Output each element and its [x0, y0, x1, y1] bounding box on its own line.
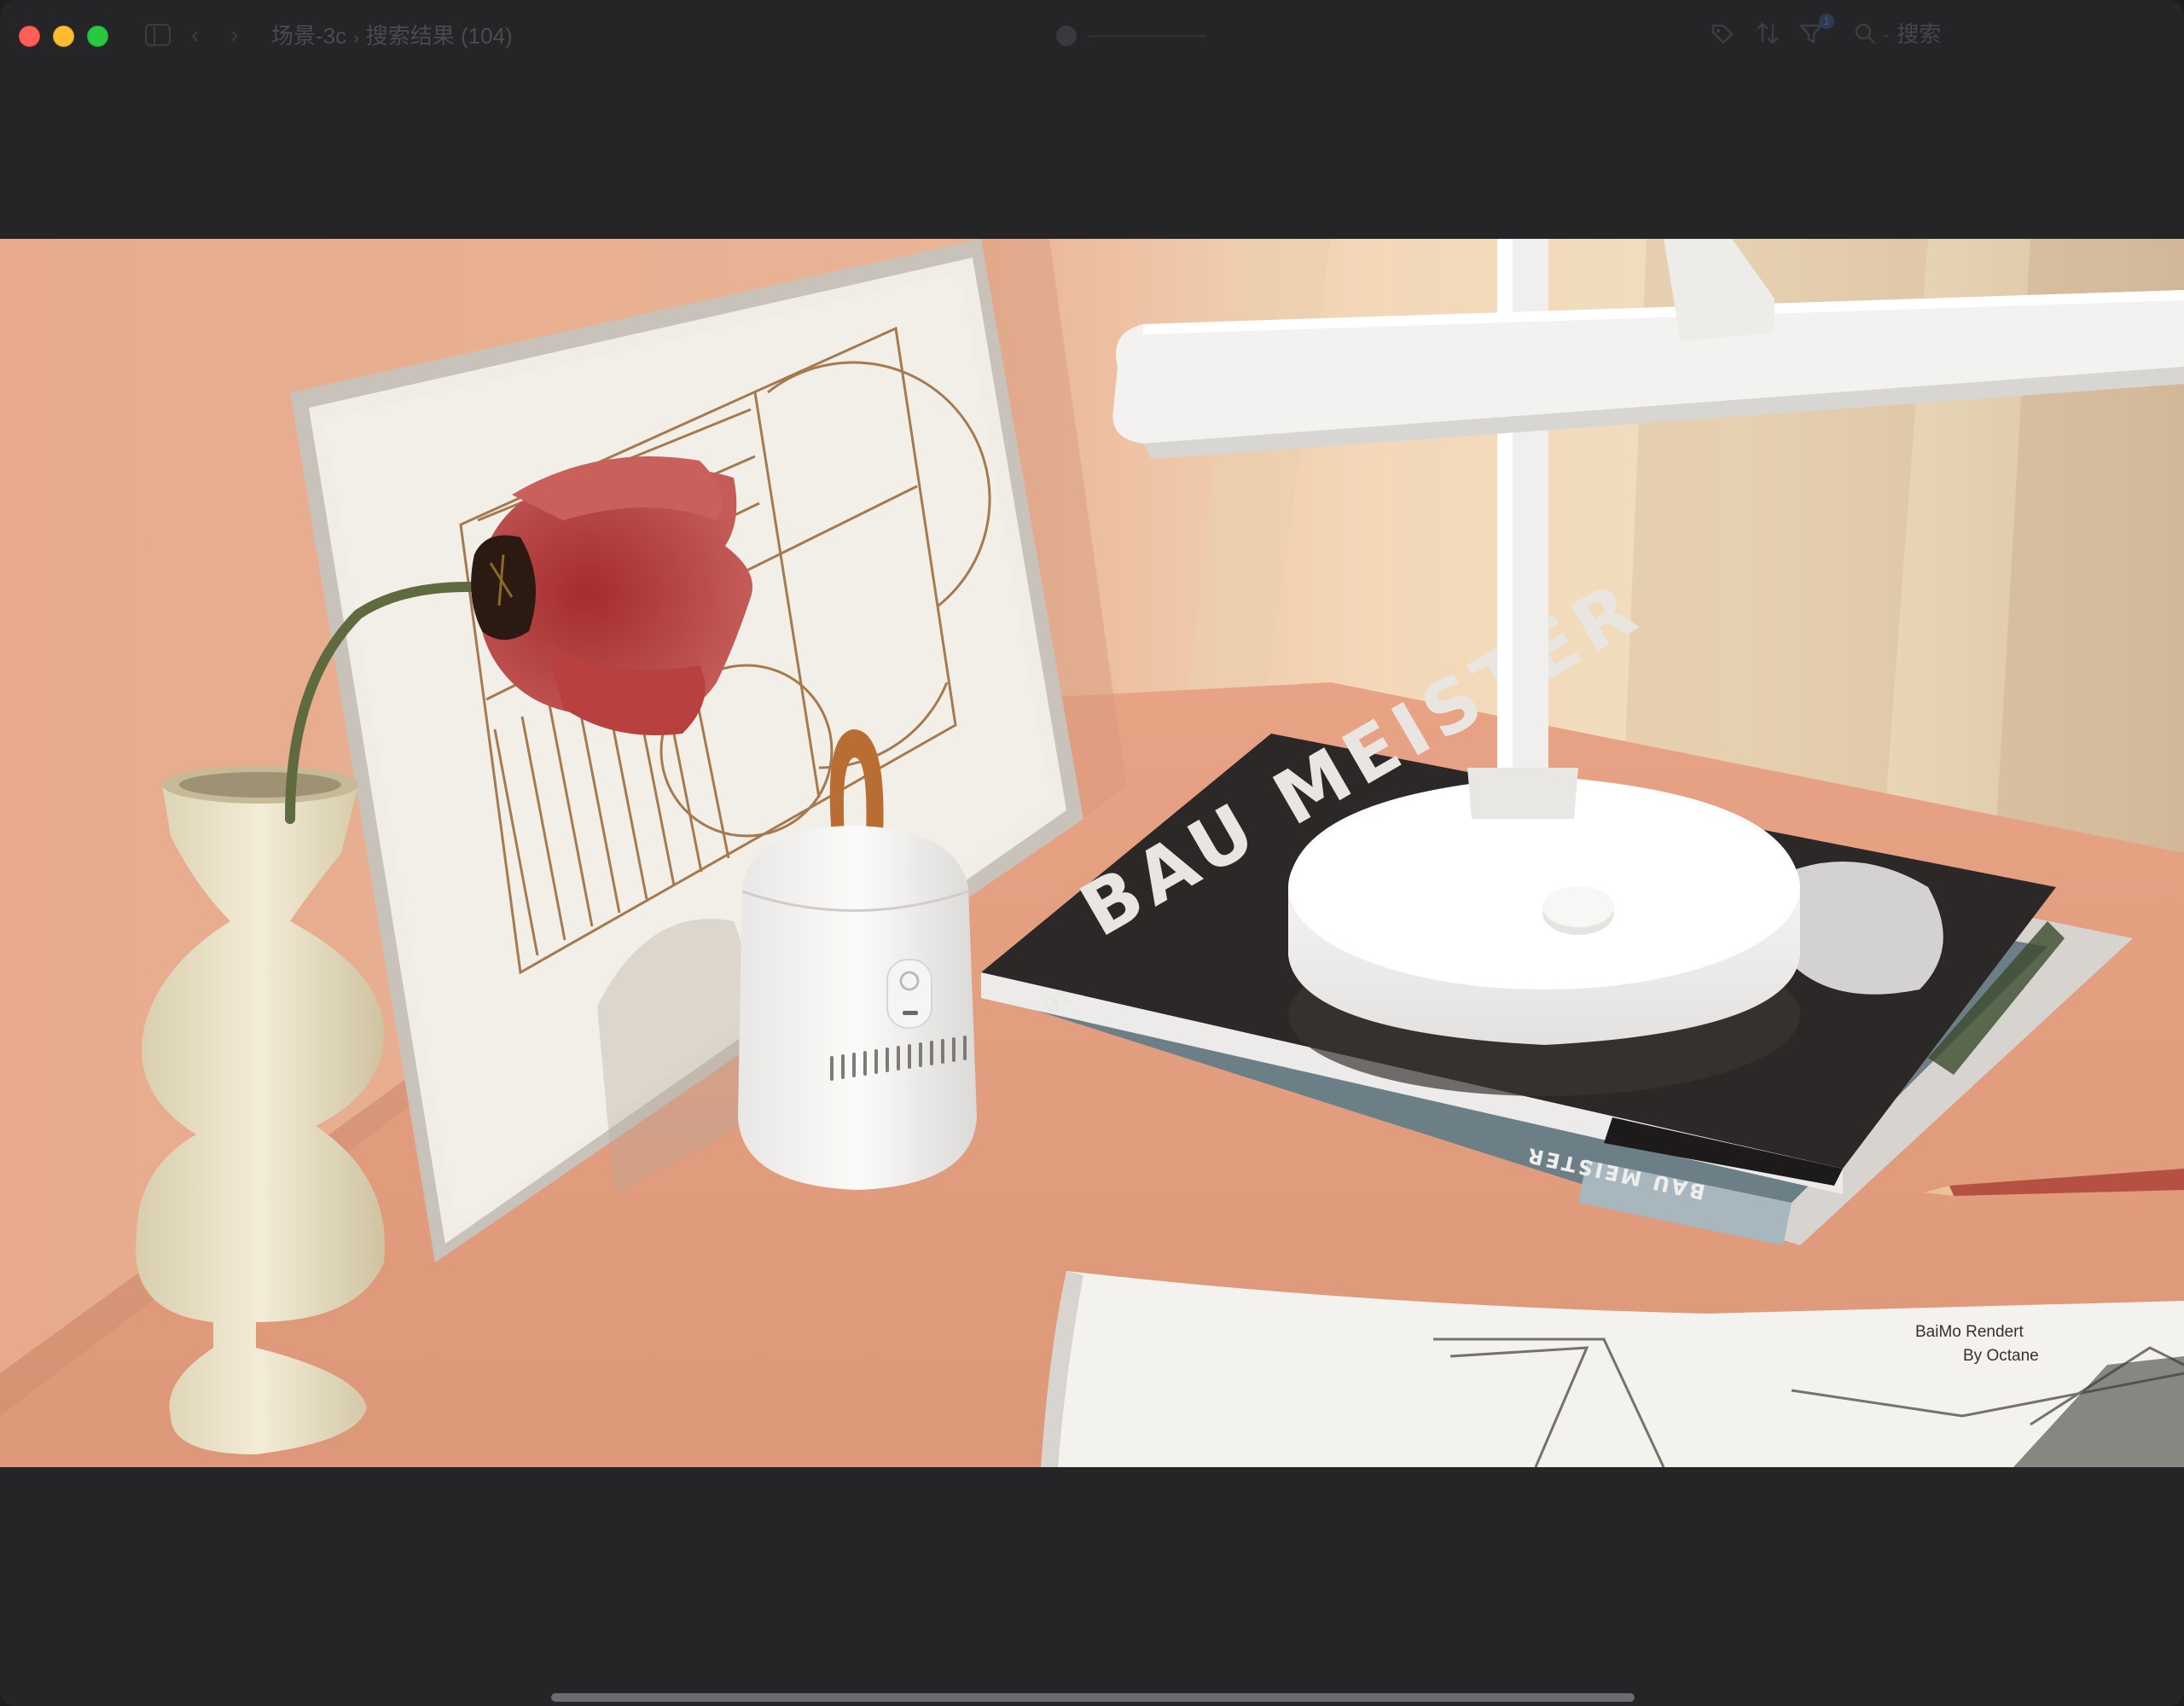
breadcrumb-results[interactable]: 搜索结果 (104) — [366, 23, 513, 49]
magnifier-icon[interactable] — [1853, 20, 1877, 52]
sort-icon[interactable] — [1755, 20, 1780, 52]
breadcrumb-folder[interactable]: 场景-3c — [271, 23, 346, 49]
sidebar-toggle-icon[interactable] — [145, 24, 171, 46]
search-input[interactable] — [1896, 20, 1991, 48]
preview-image: BAU MEISTER 01 BAU MEISTER BaiMo Rendert… — [0, 239, 2184, 1467]
breadcrumb: 场景-3c › 搜索结果 (104) — [271, 22, 513, 52]
zoom-slider-knob[interactable] — [1056, 26, 1077, 46]
tag-icon[interactable] — [1710, 20, 1735, 52]
close-button[interactable] — [19, 26, 40, 47]
product-render-illustration: BAU MEISTER 01 BAU MEISTER — [0, 239, 2184, 1467]
breadcrumb-separator: › — [353, 29, 359, 48]
filter-count-badge: 1 — [1819, 14, 1834, 29]
chevron-down-icon[interactable]: ⌄ — [1880, 20, 1891, 48]
zoom-slider-track[interactable] — [1087, 35, 1206, 38]
horizontal-scrollbar[interactable] — [551, 1693, 1635, 1702]
render-credit-line-2: By Octane — [1963, 1347, 2039, 1365]
search-field[interactable]: ⌄ — [1853, 20, 1991, 52]
chevron-right-icon[interactable]: › — [230, 22, 238, 48]
preview-window: ‹ › 场景-3c › 搜索结果 (104) 1 ⌄搜索 BAU MEISTER… — [0, 0, 2184, 1706]
title-bar: ‹ › 场景-3c › 搜索结果 (104) 1 ⌄ — [0, 0, 2184, 72]
zoom-slider[interactable] — [1056, 26, 1210, 48]
render-credit-line-1: BaiMo Rendert — [1915, 1323, 2024, 1341]
maximize-button[interactable] — [87, 26, 108, 47]
minimize-button[interactable] — [53, 26, 74, 47]
chevron-left-icon[interactable]: ‹ — [191, 22, 199, 48]
render-credit: BaiMo Rendert By Octane — [1915, 1320, 2043, 1368]
